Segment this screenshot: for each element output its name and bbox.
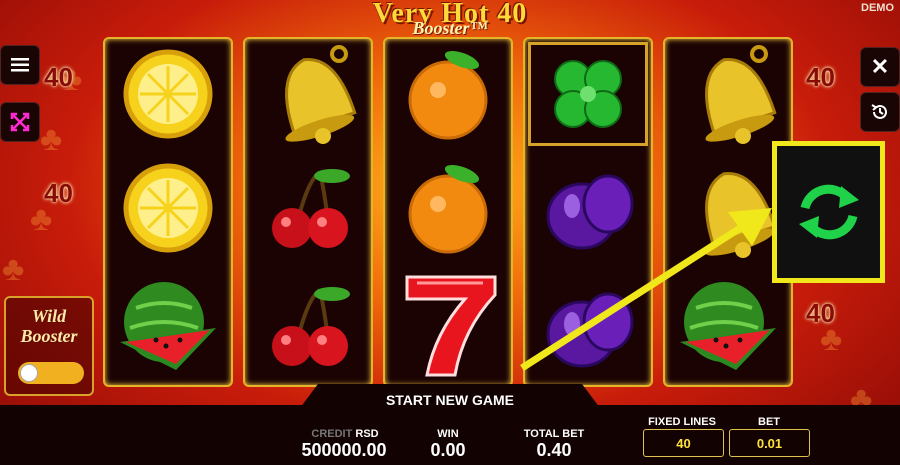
win-label: WIN: [437, 428, 459, 440]
credit-label-text: CREDIT: [311, 428, 353, 440]
credit-label: CREDIT RSD: [300, 428, 390, 440]
win-value: 0.00: [430, 440, 466, 460]
credit-currency: RSD: [355, 428, 379, 440]
bet-value[interactable]: 0.01: [729, 429, 810, 457]
start-new-game-button[interactable]: START NEW GAME: [0, 392, 900, 408]
refresh-icon: [798, 184, 859, 240]
refresh-button[interactable]: [772, 141, 885, 283]
fixed-lines-value: 40: [643, 429, 724, 457]
bet-label: BET: [758, 416, 780, 428]
credit-value: 500000.00: [301, 440, 387, 460]
fixed-lines-label: FIXED LINES: [648, 416, 716, 428]
total-bet-label: TOTAL BET: [523, 428, 585, 440]
total-bet-value: 0.40: [536, 440, 572, 460]
